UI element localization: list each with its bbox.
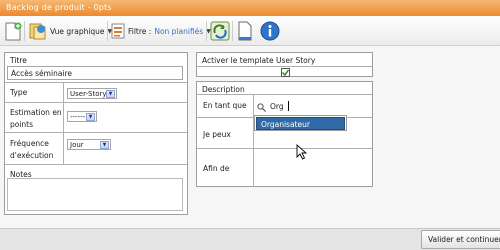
type-label: Type xyxy=(10,88,28,97)
template-panel: Activer le template User Story xyxy=(196,52,373,77)
new-document-button[interactable] xyxy=(4,21,22,41)
row-divider xyxy=(63,103,64,133)
description-panel: Description En tant que Je peux Afin de … xyxy=(196,81,373,187)
info-icon xyxy=(260,21,280,41)
footer-bar: Valider et continuer xyxy=(0,228,500,250)
notes-section: Notes xyxy=(5,165,187,214)
type-select[interactable]: User-Story ▼ xyxy=(67,88,117,99)
chevron-down-icon: ▼ xyxy=(106,90,115,98)
window-title: Backlog de produit - 0pts xyxy=(0,0,500,16)
template-label: Activer le template User Story xyxy=(202,56,316,65)
estimation-label-2: points xyxy=(10,120,34,129)
divider xyxy=(197,148,372,149)
row-divider xyxy=(63,83,64,103)
filter-menu-button[interactable]: Filtre : Non planifiés ▼ xyxy=(111,23,211,39)
toolbar-separator xyxy=(206,21,207,41)
new-document-icon xyxy=(5,22,22,41)
je-peux-label: Je peux xyxy=(203,130,231,139)
titre-section: Titre Accès séminaire xyxy=(5,53,187,83)
titre-label: Titre xyxy=(10,56,27,65)
refresh-button[interactable] xyxy=(210,21,230,41)
search-icon xyxy=(257,103,266,112)
column-divider xyxy=(253,94,254,186)
mouse-cursor-icon xyxy=(296,144,308,160)
graphic-view-icon xyxy=(29,23,46,40)
en-tant-que-value: Org xyxy=(270,102,284,111)
toolbar-separator xyxy=(107,21,108,41)
frequence-select-value: Jour xyxy=(70,141,84,149)
checkmark-icon xyxy=(281,69,290,77)
frequence-select[interactable]: Jour ▼ xyxy=(67,139,111,150)
titre-input[interactable]: Accès séminaire xyxy=(7,66,183,80)
view-menu-label: Vue graphique xyxy=(50,26,105,36)
divider xyxy=(197,94,372,95)
estimation-select-value: ------ xyxy=(70,113,86,121)
chevron-down-icon: ▼ xyxy=(100,141,109,149)
afin-de-input[interactable] xyxy=(255,151,369,185)
template-checkbox[interactable] xyxy=(281,68,290,77)
type-row: Type User-Story ▼ xyxy=(5,83,187,103)
row-divider xyxy=(63,133,64,165)
filter-list-icon xyxy=(111,23,125,39)
frequence-row: Fréquence d'exécution Jour ▼ xyxy=(5,133,187,165)
autocomplete-option-organisateur[interactable]: Organisateur xyxy=(256,117,345,130)
document-button[interactable] xyxy=(237,21,253,41)
chevron-down-icon: ▼ xyxy=(86,113,95,121)
frequence-label: Fréquence xyxy=(10,139,49,148)
description-label: Description xyxy=(202,85,245,94)
text-cursor xyxy=(288,101,289,111)
view-menu-button[interactable]: Vue graphique ▼ xyxy=(28,21,112,41)
notes-textarea[interactable] xyxy=(7,178,183,211)
en-tant-que-input[interactable]: Org xyxy=(255,101,365,114)
filter-label: Filtre : xyxy=(128,26,152,36)
info-button[interactable] xyxy=(260,21,280,41)
left-form-panel: Titre Accès séminaire Type User-Story ▼ … xyxy=(4,52,188,215)
estimation-row: Estimation en points ------ ▼ xyxy=(5,103,187,133)
divider xyxy=(197,66,372,67)
filter-value: Non planifiés xyxy=(154,26,204,36)
refresh-icon xyxy=(210,21,230,41)
afin-de-label: Afin de xyxy=(203,164,230,173)
document-icon xyxy=(238,21,252,41)
toolbar-separator xyxy=(232,21,233,41)
toolbar-separator xyxy=(24,21,25,41)
type-select-value: User-Story xyxy=(70,90,107,98)
estimation-select[interactable]: ------ ▼ xyxy=(67,111,97,122)
validate-continue-button[interactable]: Valider et continuer xyxy=(421,230,500,249)
toolbar: Vue graphique ▼ Filtre : Non planifiés ▼ xyxy=(0,16,500,46)
frequence-label-2: d'exécution xyxy=(10,151,54,160)
en-tant-que-label: En tant que xyxy=(203,101,247,110)
estimation-label: Estimation en xyxy=(10,108,62,117)
